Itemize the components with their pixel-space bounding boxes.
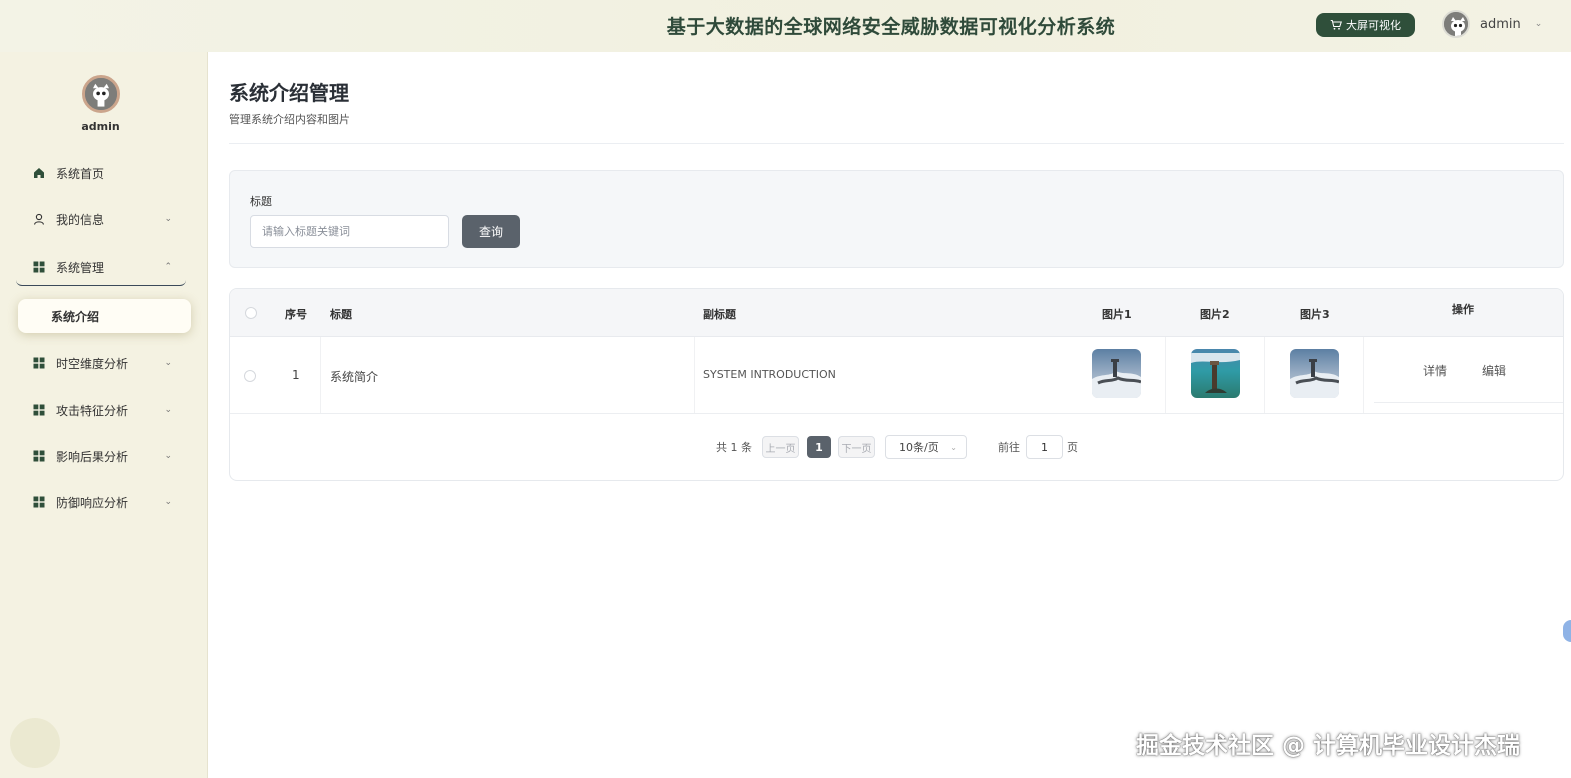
avatar bbox=[1442, 10, 1470, 38]
page-number-current[interactable]: 1 bbox=[807, 436, 831, 458]
prev-page-button[interactable]: 上一页 bbox=[762, 436, 799, 458]
column-header-image1: 图片1 bbox=[1102, 308, 1132, 321]
detail-button[interactable]: 详情 bbox=[1423, 362, 1447, 379]
grid-icon bbox=[32, 260, 46, 274]
column-header-subtitle: 副标题 bbox=[703, 308, 736, 321]
column-header-title: 标题 bbox=[330, 308, 352, 321]
page-suffix: 页 bbox=[1067, 441, 1078, 454]
sidebar-item-my-info[interactable]: 我的信息 ⌄ bbox=[16, 202, 186, 236]
sidebar-item-home[interactable]: 系统首页 bbox=[16, 156, 186, 190]
cart-icon bbox=[1330, 19, 1342, 30]
search-button[interactable]: 查询 bbox=[462, 215, 520, 248]
next-page-button[interactable]: 下一页 bbox=[838, 436, 875, 458]
divider bbox=[229, 143, 1564, 144]
sidebar-item-label: 系统管理 bbox=[56, 260, 105, 275]
row-checkbox[interactable] bbox=[244, 370, 256, 382]
goto-page-input[interactable] bbox=[1026, 435, 1063, 459]
chevron-down-icon: ⌄ bbox=[164, 358, 172, 368]
sidebar-item-label: 影响后果分析 bbox=[56, 449, 129, 464]
sidebar-item-label: 系统首页 bbox=[56, 166, 105, 181]
pagination-total: 共 1 条 bbox=[716, 441, 752, 454]
column-header-index: 序号 bbox=[285, 308, 307, 321]
column-header-image2: 图片2 bbox=[1200, 308, 1230, 321]
sidebar-item-label: 我的信息 bbox=[56, 212, 105, 227]
table-row: 1 系统简介 SYSTEM INTRODUCTION 详情 编辑 bbox=[230, 337, 1563, 414]
chevron-up-icon: ⌃ bbox=[164, 262, 172, 272]
page-subtitle: 管理系统介绍内容和图片 bbox=[229, 113, 350, 126]
sidebar-item-attack-features[interactable]: 攻击特征分析 ⌄ bbox=[16, 393, 186, 427]
pagination: 共 1 条 上一页 1 下一页 10条/页 ⌄ 前往 页 bbox=[230, 435, 1563, 459]
data-table: 序号 标题 副标题 图片1 图片2 图片3 操作 1 系统简介 SYSTEM I… bbox=[229, 288, 1564, 481]
floating-button[interactable] bbox=[10, 718, 60, 768]
page-size-select[interactable]: 10条/页 ⌄ bbox=[885, 435, 967, 459]
row-actions: 详情 编辑 bbox=[1374, 347, 1563, 403]
chevron-down-icon: ⌄ bbox=[164, 405, 172, 415]
bigscreen-button[interactable]: 大屏可视化 bbox=[1316, 13, 1415, 37]
sidebar-item-label: 防御响应分析 bbox=[56, 495, 129, 510]
row-title: 系统简介 bbox=[330, 370, 379, 384]
user-icon bbox=[32, 212, 46, 226]
table-header: 序号 标题 副标题 图片1 图片2 图片3 操作 bbox=[230, 289, 1563, 337]
avatar bbox=[82, 75, 120, 113]
edit-button[interactable]: 编辑 bbox=[1482, 362, 1506, 379]
thumbnail-image-2[interactable] bbox=[1191, 349, 1240, 398]
user-menu[interactable]: admin ⌄ bbox=[1442, 10, 1542, 38]
search-label: 标题 bbox=[250, 195, 272, 208]
grid-icon bbox=[32, 449, 46, 463]
sidebar: admin 系统首页 我的信息 ⌄ 系统管理 ⌃ 系统介绍 时空维度分析 ⌄ 攻… bbox=[0, 52, 208, 778]
sidebar-item-system-management[interactable]: 系统管理 ⌃ bbox=[16, 249, 186, 286]
row-subtitle: SYSTEM INTRODUCTION bbox=[703, 368, 836, 381]
chevron-down-icon: ⌄ bbox=[164, 214, 172, 224]
home-icon bbox=[32, 166, 46, 180]
thumbnail-image-3[interactable] bbox=[1290, 349, 1339, 398]
sidebar-username: admin bbox=[81, 120, 120, 133]
search-panel: 标题 查询 bbox=[229, 170, 1564, 268]
page-size-value: 10条/页 bbox=[899, 441, 939, 454]
chevron-down-icon: ⌄ bbox=[1534, 19, 1543, 29]
search-input[interactable] bbox=[250, 215, 449, 248]
grid-icon bbox=[32, 356, 46, 370]
sidebar-item-spatiotemporal[interactable]: 时空维度分析 ⌄ bbox=[16, 346, 186, 380]
page-title: 系统介绍管理 bbox=[229, 81, 349, 105]
thumbnail-image-1[interactable] bbox=[1092, 349, 1141, 398]
grid-icon bbox=[32, 495, 46, 509]
chevron-down-icon: ⌄ bbox=[950, 442, 957, 452]
sidebar-item-defense[interactable]: 防御响应分析 ⌄ bbox=[16, 485, 186, 519]
top-header: 基于大数据的全球网络安全威胁数据可视化分析系统 大屏可视化 admin ⌄ bbox=[0, 0, 1571, 52]
select-all-checkbox[interactable] bbox=[245, 307, 257, 319]
goto-label: 前往 bbox=[998, 441, 1020, 454]
chevron-down-icon: ⌄ bbox=[164, 451, 172, 461]
column-header-image3: 图片3 bbox=[1300, 308, 1330, 321]
chevron-down-icon: ⌄ bbox=[164, 497, 172, 507]
grid-icon bbox=[32, 403, 46, 417]
bigscreen-label: 大屏可视化 bbox=[1346, 19, 1401, 32]
sidebar-item-label: 时空维度分析 bbox=[56, 356, 129, 371]
watermark: 掘金技术社区 @ 计算机毕业设计杰瑞 bbox=[1136, 733, 1521, 759]
floating-helper-button[interactable] bbox=[1563, 620, 1571, 642]
sidebar-item-impact[interactable]: 影响后果分析 ⌄ bbox=[16, 439, 186, 473]
sidebar-subitem-system-intro[interactable]: 系统介绍 bbox=[18, 299, 191, 333]
sidebar-item-label: 攻击特征分析 bbox=[56, 403, 129, 418]
header-username: admin bbox=[1480, 16, 1521, 32]
column-header-actions: 操作 bbox=[1452, 303, 1474, 316]
row-index: 1 bbox=[292, 368, 300, 382]
